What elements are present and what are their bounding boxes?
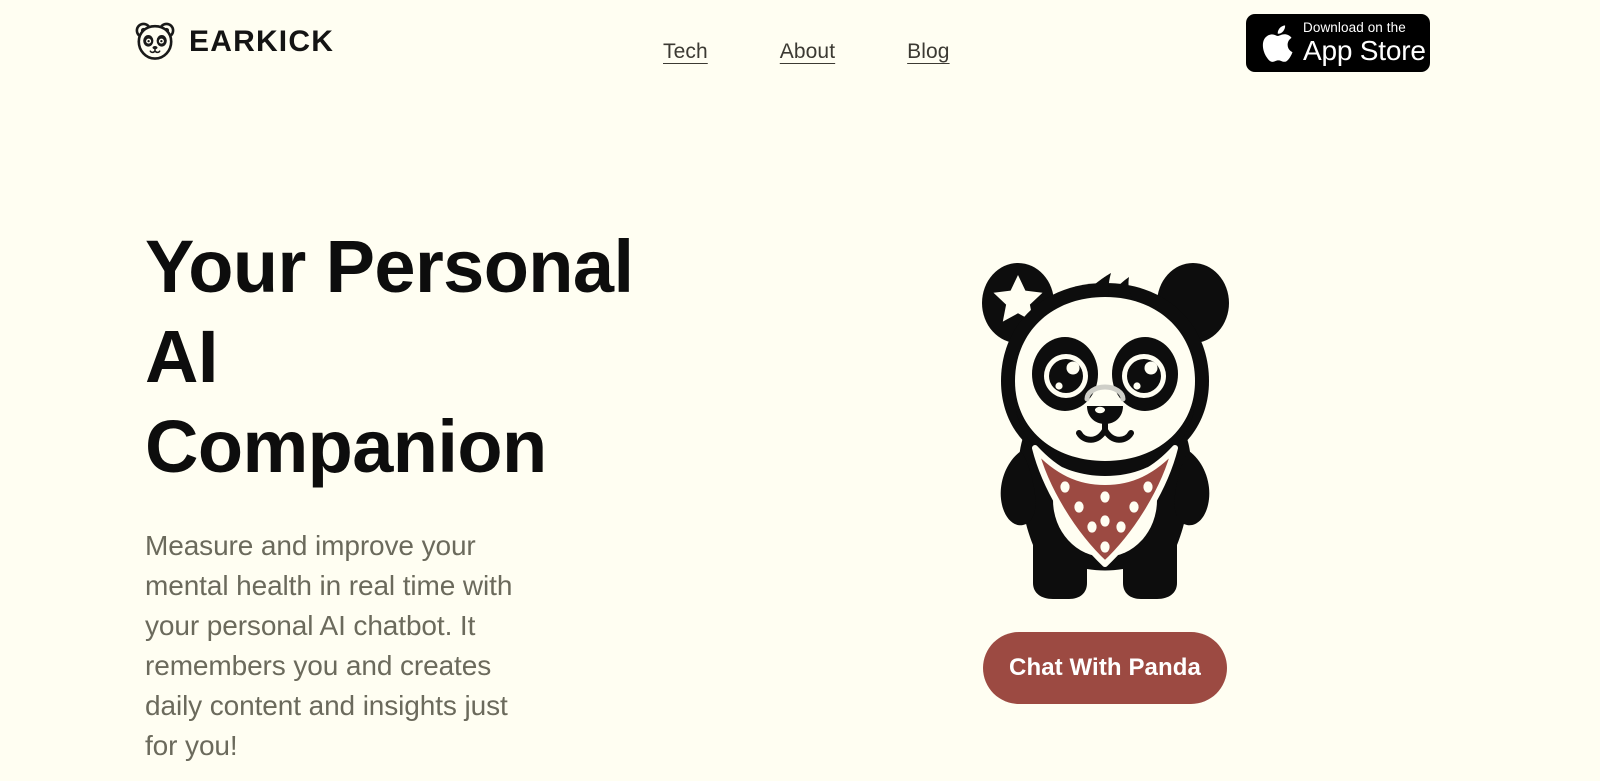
nav-link-tech[interactable]: Tech xyxy=(663,40,708,64)
nav-link-about[interactable]: About xyxy=(780,40,835,64)
page-title: Your Personal AI Companion xyxy=(145,222,705,492)
panda-head-icon xyxy=(133,20,177,64)
hero-subtitle: Measure and improve your mental health i… xyxy=(145,530,513,761)
brand-name: EARKICK xyxy=(189,25,335,58)
app-store-label-group: Download on the App Store xyxy=(1303,21,1426,65)
app-store-line1: Download on the xyxy=(1303,20,1406,36)
panda-mascot-illustration xyxy=(973,235,1238,600)
mascot-column: Chat With Panda xyxy=(960,235,1250,704)
apple-logo-icon xyxy=(1260,23,1294,64)
app-store-line2: App Store xyxy=(1303,34,1426,66)
nav-link-blog[interactable]: Blog xyxy=(907,40,949,64)
brand-logo-link[interactable]: EARKICK xyxy=(133,20,334,64)
hero-copy: Your Personal AI Companion Measure and i… xyxy=(145,222,705,766)
hero-title-line1: Your Personal AI xyxy=(145,225,634,398)
app-store-download-button[interactable]: Download on the App Store xyxy=(1246,14,1430,72)
site-header: EARKICK Tech About Blog Download on the … xyxy=(0,0,1600,92)
main-nav: Tech About Blog xyxy=(663,40,950,64)
hero-title-line2: Companion xyxy=(145,405,547,488)
chat-with-panda-button[interactable]: Chat With Panda xyxy=(983,632,1227,704)
